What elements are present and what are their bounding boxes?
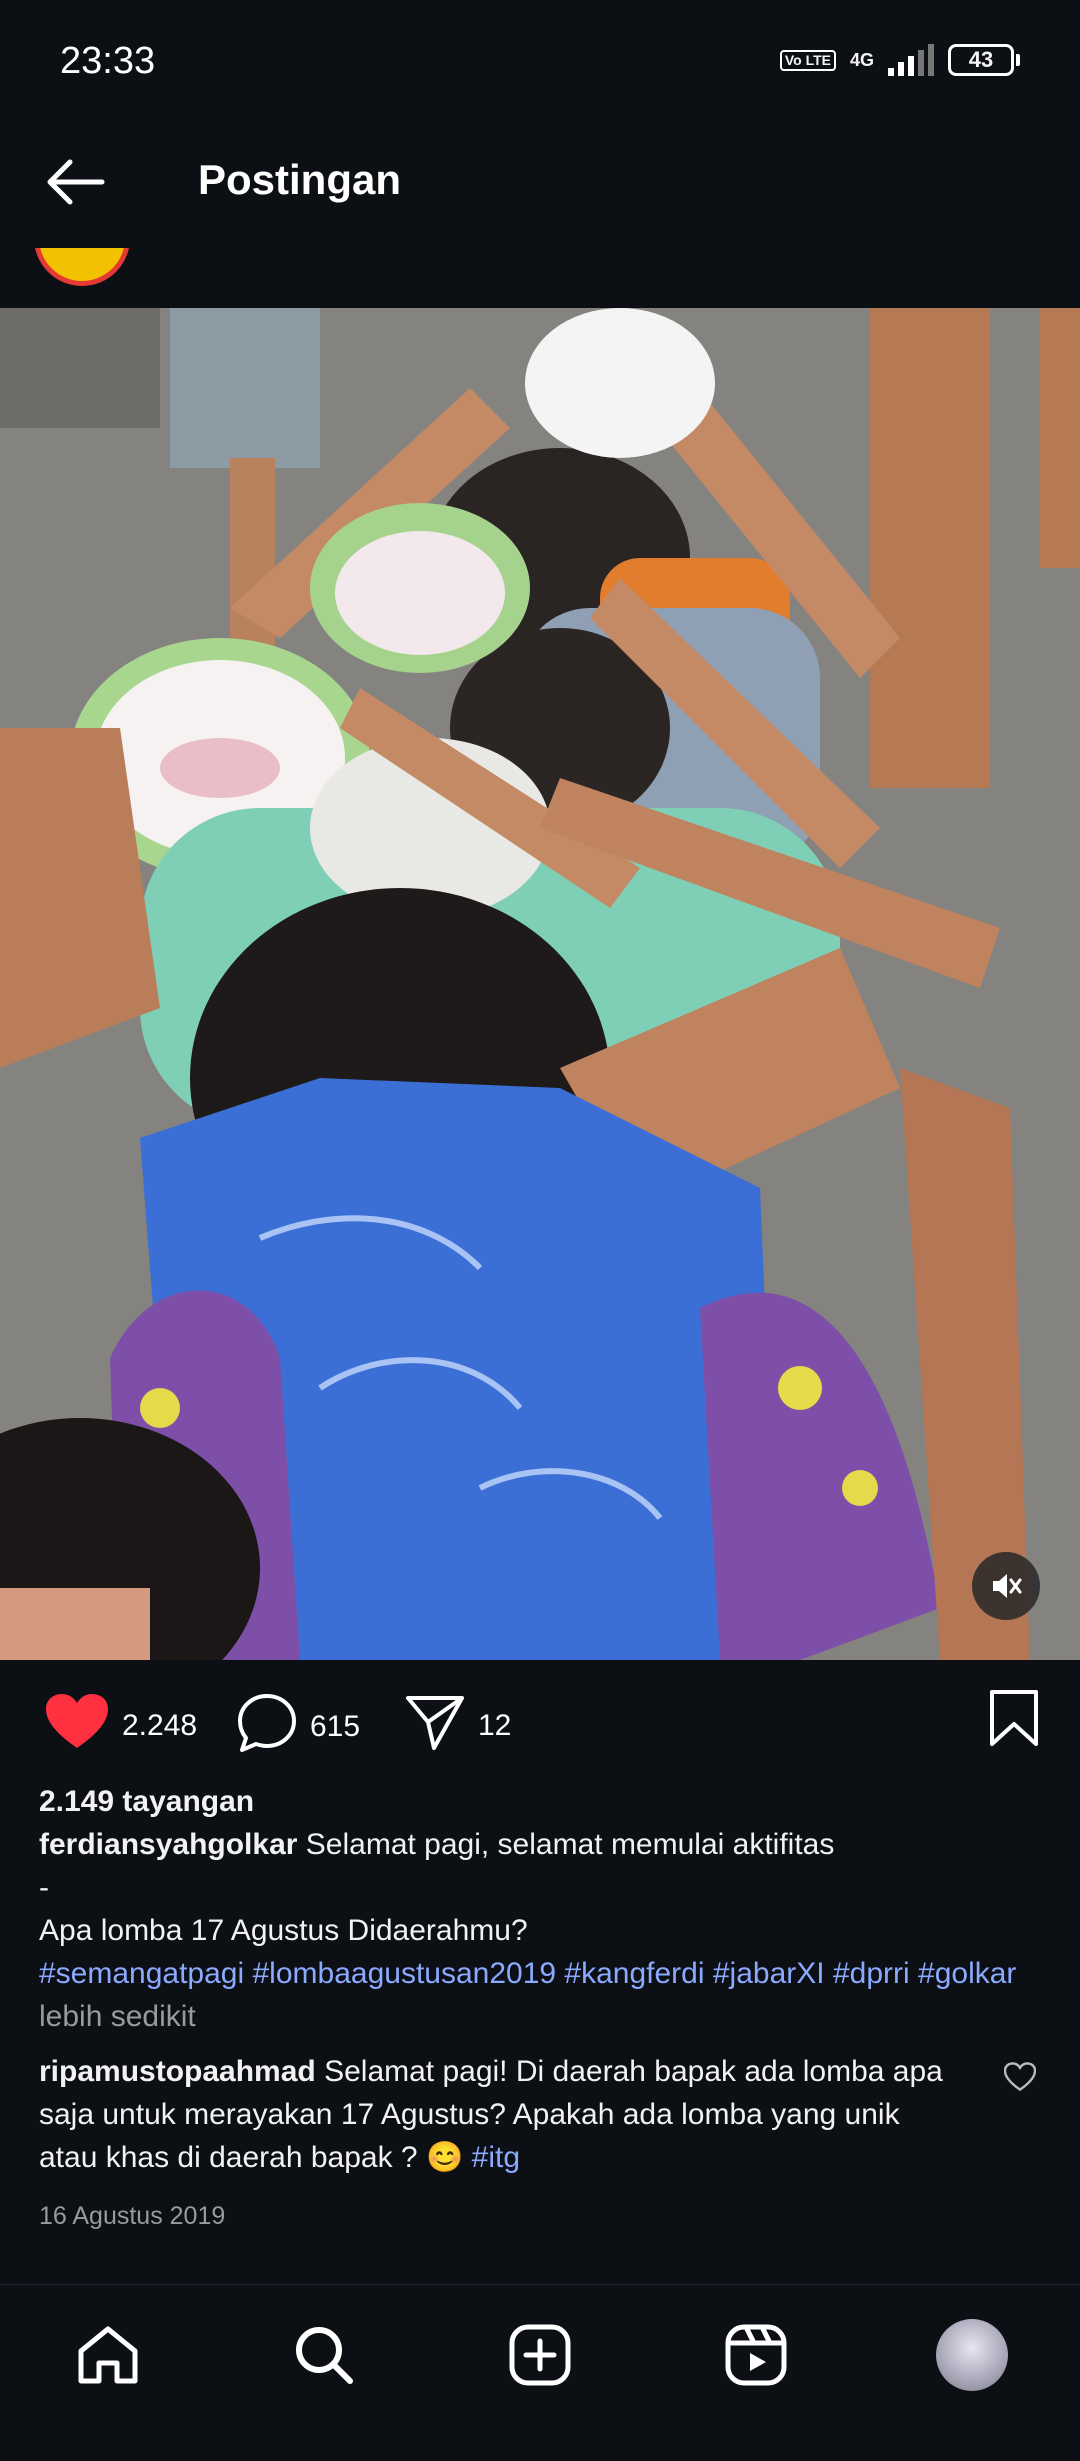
caption-text: Selamat pagi, selamat memulai aktifitas xyxy=(305,1828,835,1861)
reels-icon[interactable] xyxy=(720,2319,792,2391)
caption-dash: - xyxy=(39,1871,49,1904)
show-less-link[interactable]: lebih sedikit xyxy=(39,2000,196,2033)
bookmark-icon[interactable] xyxy=(988,1688,1040,1753)
profile-avatar[interactable] xyxy=(936,2319,1008,2391)
like-count: 2.248 xyxy=(122,1709,198,1742)
hashtag-link[interactable]: #golkar xyxy=(918,1957,1016,1990)
signal-icon xyxy=(888,44,934,76)
post-username[interactable]: ferdiansyahgolkar xyxy=(39,1828,297,1861)
caption-question: Apa lomba 17 Agustus Didaerahmu? xyxy=(39,1914,528,1947)
like-button[interactable]: 2.248 xyxy=(44,1692,197,1760)
add-post-icon[interactable] xyxy=(504,2319,576,2391)
post-date: 16 Agustus 2019 xyxy=(39,2202,226,2230)
battery-icon: 43 xyxy=(948,44,1020,76)
post-actions: 2.248 615 12 xyxy=(0,1680,1080,1770)
hashtag-link[interactable]: #lombaagustusan2019 xyxy=(253,1957,557,1990)
comment-icon xyxy=(236,1692,298,1762)
hashtag-link[interactable]: #kangferdi xyxy=(564,1957,704,1990)
comment-button[interactable]: 615 xyxy=(236,1692,360,1762)
post-video[interactable] xyxy=(0,308,1080,1660)
comment-item: ripamustopaahmad Selamat pagi! Di daerah… xyxy=(39,2050,959,2179)
status-icons: Vo LTE 4G 43 xyxy=(779,44,1020,76)
volte-icon: Vo LTE xyxy=(779,49,836,71)
post-header: Postingan xyxy=(0,130,1080,240)
mute-icon[interactable] xyxy=(972,1552,1040,1620)
comment-heart-icon[interactable] xyxy=(1003,2062,1037,2097)
view-count: 2.149 tayangan xyxy=(39,1785,255,1818)
bottom-nav xyxy=(0,2284,1080,2461)
battery-level: 43 xyxy=(948,44,1014,76)
status-time: 23:33 xyxy=(60,40,156,82)
home-icon[interactable] xyxy=(72,2319,144,2391)
back-arrow-icon[interactable] xyxy=(40,154,110,210)
page-title: Postingan xyxy=(198,156,402,203)
comment-username[interactable]: ripamustopaahmad xyxy=(39,2055,316,2088)
hashtag-link[interactable]: #jabarXI xyxy=(713,1957,825,1990)
share-button[interactable]: 12 xyxy=(404,1692,511,1760)
author-avatar[interactable] xyxy=(34,248,130,288)
heart-icon xyxy=(44,1692,110,1760)
hashtag-link[interactable]: #dprri xyxy=(833,1957,910,1990)
video-frame xyxy=(0,308,1080,1660)
status-bar: 23:33 Vo LTE 4G 43 xyxy=(0,0,1080,120)
send-icon xyxy=(404,1692,466,1760)
share-count: 12 xyxy=(478,1709,512,1742)
post-caption: 2.149 tayangan ferdiansyahgolkar Selamat… xyxy=(39,1780,1039,2038)
comment-count: 615 xyxy=(310,1710,361,1743)
network-type: 4G xyxy=(849,49,874,70)
search-icon[interactable] xyxy=(288,2319,360,2391)
hashtag-link[interactable]: #semangatpagi xyxy=(39,1957,244,1990)
comment-hashtag[interactable]: #itg xyxy=(472,2141,520,2174)
